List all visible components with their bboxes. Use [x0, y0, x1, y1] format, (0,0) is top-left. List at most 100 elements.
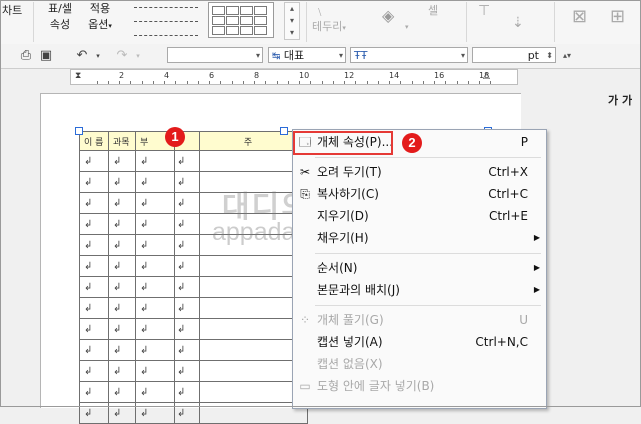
ruler-tick: [389, 81, 390, 84]
table-cell[interactable]: ↲: [79, 255, 109, 277]
table-cell[interactable]: ↲: [174, 213, 200, 235]
table-cell[interactable]: ↲: [108, 255, 136, 277]
table-cell[interactable]: ↲: [79, 213, 109, 235]
menu-item[interactable]: ⎘ 복사하기(C) Ctrl+C: [293, 183, 546, 205]
font-language-combo[interactable]: ↹ 대표 ▾: [268, 47, 346, 63]
table-cell[interactable]: ↲: [79, 318, 109, 340]
menu-item-label: 채우기(H): [317, 231, 369, 245]
line-style-gallery[interactable]: [134, 4, 198, 40]
menu-item[interactable]: 순서(N) ▶: [293, 257, 546, 279]
menu-item[interactable]: ▭ 도형 안에 글자 넣기(B): [293, 375, 546, 397]
table-cell[interactable]: ↲: [135, 297, 175, 319]
table-cell[interactable]: ↲: [108, 339, 136, 361]
font-size-combo[interactable]: pt ⬍: [472, 47, 556, 63]
style-combo[interactable]: ▾: [167, 47, 263, 63]
ruler-indent-marker-icon[interactable]: ⧗: [75, 71, 81, 81]
fill-bucket-icon[interactable]: ◈: [382, 6, 394, 25]
table-cell[interactable]: ↲: [108, 234, 136, 256]
font-name-combo[interactable]: ŦŦ ▾: [350, 47, 468, 63]
table-cell[interactable]: ↲: [135, 360, 175, 382]
merge-cells-icon[interactable]: ⊞: [610, 8, 625, 26]
table-cell[interactable]: ↲: [79, 381, 109, 403]
table-cell[interactable]: ↲: [135, 150, 175, 172]
undo-dropdown-icon[interactable]: ▾: [90, 48, 106, 64]
table-cell[interactable]: ↲: [108, 192, 136, 214]
ribbon-divider: [554, 2, 555, 42]
table-cell[interactable]: ↲: [108, 150, 136, 172]
document-table[interactable]: 이 름 과목 부 주 소 ↲↲↲↲↲↲↲↲↲↲↲↲↲↲↲↲↲↲↲↲↲↲↲↲↲↲↲…: [79, 131, 309, 424]
table-cell[interactable]: ↲: [79, 402, 109, 424]
table-cell[interactable]: ↲: [174, 192, 200, 214]
cell-label[interactable]: 셀: [428, 4, 438, 18]
insert-row-icon[interactable]: ⊤: [478, 4, 490, 18]
table-cell[interactable]: ↲: [135, 192, 175, 214]
table-cell[interactable]: ↲: [174, 339, 200, 361]
table-cell[interactable]: ↲: [174, 276, 200, 298]
table-cell[interactable]: ↲: [135, 276, 175, 298]
table-cell[interactable]: ↲: [108, 360, 136, 382]
table-properties-button[interactable]: 표/셀 속성: [42, 2, 78, 42]
chart-label[interactable]: 차트: [2, 4, 22, 18]
border-line-icon[interactable]: ⧵: [318, 6, 321, 20]
print-icon[interactable]: ⎙: [18, 48, 34, 64]
table-cell[interactable]: ↲: [174, 360, 200, 382]
table-cell[interactable]: ↲: [79, 171, 109, 193]
table-cell[interactable]: ↲: [174, 402, 200, 424]
table-cell[interactable]: ↲: [108, 381, 136, 403]
table-cell[interactable]: ↲: [79, 339, 109, 361]
table-cell[interactable]: ↲: [135, 318, 175, 340]
table-cell[interactable]: ↲: [108, 276, 136, 298]
table-cell[interactable]: ↲: [174, 318, 200, 340]
table-cell[interactable]: ↲: [174, 234, 200, 256]
table-cell[interactable]: ↲: [174, 150, 200, 172]
menu-item[interactable]: 채우기(H) ▶: [293, 227, 546, 249]
table-cell[interactable]: ↲: [108, 213, 136, 235]
cell-border-label[interactable]: 테두리▾: [312, 20, 346, 35]
table-cell[interactable]: ↲: [79, 297, 109, 319]
redo-dropdown-icon[interactable]: ▾: [130, 48, 146, 64]
menu-item[interactable]: 본문과의 배치(J) ▶: [293, 279, 546, 301]
table-cell[interactable]: ↲: [135, 339, 175, 361]
preview-icon[interactable]: ▣: [38, 48, 54, 64]
table-cell[interactable]: ↲: [135, 171, 175, 193]
header-cell-subject[interactable]: 과목: [108, 131, 136, 151]
undo-icon[interactable]: ↶: [74, 48, 90, 64]
table-cell[interactable]: ↲: [108, 171, 136, 193]
gallery-scroll[interactable]: ▴ ▾ ▾: [284, 2, 300, 40]
table-cell[interactable]: ↲: [79, 276, 109, 298]
table-cell[interactable]: ↲: [174, 171, 200, 193]
table-cell[interactable]: ↲: [135, 234, 175, 256]
table-cell[interactable]: ↲: [135, 255, 175, 277]
fill-dropdown-icon[interactable]: ▾: [405, 20, 409, 34]
menu-item[interactable]: ⁘ 개체 풀기(G) U: [293, 309, 546, 331]
ruler-tick: [434, 81, 435, 84]
table-cell[interactable]: ↲: [79, 192, 109, 214]
redo-icon[interactable]: ↷: [114, 48, 130, 64]
table-cell[interactable]: ↲: [174, 297, 200, 319]
delete-cells-icon[interactable]: ⊠: [572, 8, 587, 26]
insert-column-icon[interactable]: ⇣: [512, 16, 524, 30]
table-cell[interactable]: ↲: [79, 150, 109, 172]
table-cell[interactable]: ↲: [174, 255, 200, 277]
selection-handle[interactable]: [280, 127, 288, 135]
menu-item[interactable]: 캡션 넣기(A) Ctrl+N,C: [293, 331, 546, 353]
header-cell-name[interactable]: 이 름: [79, 131, 109, 151]
table-cell[interactable]: ↲: [79, 360, 109, 382]
table-cell[interactable]: ↲: [108, 318, 136, 340]
selection-handle[interactable]: [75, 127, 83, 135]
horizontal-ruler[interactable]: ⧗ △ 2 4 6 8 10 12 14 16 18: [70, 69, 518, 85]
table-cell[interactable]: ↲: [108, 297, 136, 319]
menu-item[interactable]: 지우기(D) Ctrl+E: [293, 205, 546, 227]
table-cell[interactable]: ↲: [108, 402, 136, 424]
menu-item[interactable]: 캡션 없음(X): [293, 353, 546, 375]
menu-item[interactable]: ✂ 오려 두기(T) Ctrl+X: [293, 161, 546, 183]
table-cell[interactable]: ↲: [135, 213, 175, 235]
table-cell[interactable]: ↲: [174, 381, 200, 403]
font-size-stepper[interactable]: ▴▾: [560, 47, 604, 63]
table-cell[interactable]: ↲: [135, 381, 175, 403]
table-cell[interactable]: ↲: [79, 234, 109, 256]
bold-italic-buttons[interactable]: 가 가: [608, 92, 632, 108]
table-cell[interactable]: ↲: [135, 402, 175, 424]
apply-options-button[interactable]: 적용 옵션▾: [80, 2, 120, 42]
cell-style-gallery[interactable]: [208, 2, 274, 38]
